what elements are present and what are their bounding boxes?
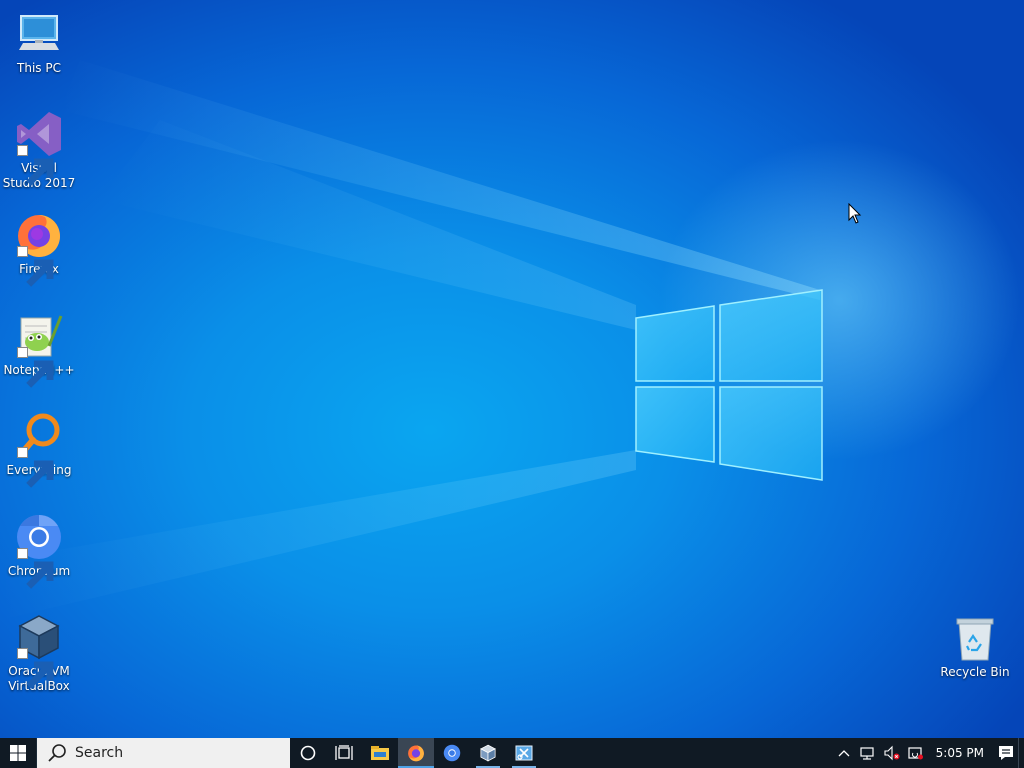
shortcut-arrow-icon [17,447,54,488]
volume-muted-icon [884,745,900,761]
desktop-icon-chromium[interactable]: Chromium [1,513,77,589]
task-view-button[interactable] [326,738,362,768]
file-explorer-icon [371,746,389,760]
this-pc-icon [19,15,59,50]
desktop-icon-notepad-plus-plus[interactable]: Notepad++ [1,312,77,388]
recycle-bin-icon [956,618,994,661]
taskbar-app-virtualbox[interactable] [470,738,506,768]
desktop-icon-firefox[interactable]: Firefox [1,211,77,287]
battery-icon [908,747,923,760]
windows-logo [635,289,823,481]
notification-icon [999,746,1013,760]
mouse-cursor-icon [848,203,862,224]
system-tray: 5:05 PM [832,738,1024,768]
network-icon [860,747,874,760]
chromium-icon [443,744,461,762]
chevron-up-icon [838,750,850,757]
task-view-icon [335,745,353,760]
search-icon [48,744,66,762]
volume-button[interactable] [880,738,904,768]
wallpaper-light-beams [0,60,820,620]
desktop-icon-virtualbox[interactable]: Oracle VM VirtualBox [1,613,77,694]
search-placeholder: Search [75,745,124,761]
windows-start-icon [10,745,26,761]
shortcut-arrow-icon [17,145,54,186]
cortana-icon [300,745,316,761]
taskbar-app-snipping-tool[interactable] [506,738,542,768]
action-center-button[interactable] [994,738,1018,768]
shortcut-arrow-icon [17,347,54,388]
shortcut-arrow-icon [17,548,54,589]
show-desktop-button[interactable] [1018,738,1024,768]
taskbar-app-file-explorer[interactable] [362,738,398,768]
firefox-icon [408,745,424,762]
network-button[interactable] [856,738,880,768]
desktop-icon-everything[interactable]: Everything [1,412,77,488]
desktop-icon-label: This PC [17,61,61,75]
search-box[interactable]: Search [36,738,290,768]
desktop-icon-visual-studio[interactable]: Visual Studio 2017 [1,110,77,191]
cortana-button[interactable] [290,738,326,768]
shortcut-arrow-icon [17,648,54,689]
desktop-icon-this-pc[interactable]: This PC [1,10,77,76]
taskbar-app-chromium[interactable] [434,738,470,768]
taskbar-app-firefox[interactable] [398,738,434,768]
taskbar: Search 5:05 PM [0,738,1024,768]
battery-button[interactable] [904,738,928,768]
clock[interactable]: 5:05 PM [928,746,994,760]
desktop-icon-label: Recycle Bin [940,665,1010,679]
start-button[interactable] [0,738,36,768]
snipping-tool-icon [515,745,533,761]
desktop-icon-recycle-bin[interactable]: Recycle Bin [937,614,1013,680]
show-hidden-icons-button[interactable] [832,738,856,768]
virtualbox-icon [480,744,496,762]
shortcut-arrow-icon [17,246,54,287]
